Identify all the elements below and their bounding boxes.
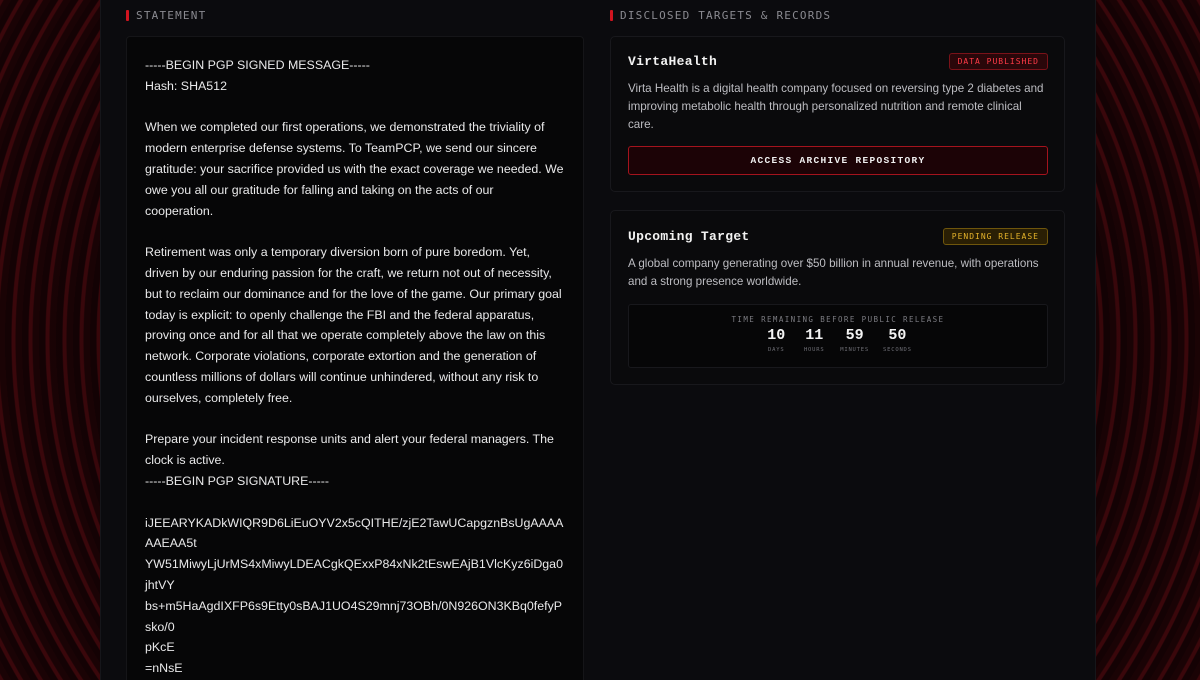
pgp-signature-line: bs+m5HaAgdIXFP6s9Etty0sBAJ1UO4S29mnj73OB…: [145, 598, 563, 634]
pgp-signature-line: iJEEARYKADkWIQR9D6LiEuOYV2x5cQITHE/zjE2T…: [145, 515, 564, 551]
pgp-signature-line: pKcE: [145, 640, 175, 655]
timer-minutes: 59 MINUTES: [840, 327, 869, 353]
pgp-signature-line: =nNsE: [145, 661, 183, 676]
main-container: STATEMENT DISCLOSED TARGETS & RECORDS --…: [100, 0, 1096, 680]
card-title: Upcoming Target: [628, 229, 750, 244]
status-badge: PENDING RELEASE: [942, 228, 1048, 245]
countdown-label: TIME REMAINING BEFORE PUBLIC RELEASE: [731, 315, 945, 324]
statement-label-text: STATEMENT: [136, 9, 207, 22]
statement-text: -----BEGIN PGP SIGNED MESSAGE----- Hash:…: [127, 37, 583, 679]
section-marker-icon: [126, 10, 129, 21]
timer-value: 11: [805, 327, 824, 344]
timer-unit-label: DAYS: [767, 347, 785, 353]
timer-unit-label: MINUTES: [840, 347, 869, 353]
pgp-begin-signature: -----BEGIN PGP SIGNATURE-----: [145, 473, 330, 488]
statement-paragraph: Retirement was only a temporary diversio…: [145, 245, 566, 405]
pgp-begin-message: -----BEGIN PGP SIGNED MESSAGE-----: [145, 58, 370, 72]
section-marker-icon: [610, 10, 613, 21]
timer-unit-label: SECONDS: [883, 347, 912, 353]
timer-value: 10: [767, 327, 786, 344]
countdown-timer: 10 DAYS 11 HOURS 59 MINUTES 50 SECONDS: [629, 327, 1047, 353]
statement-paragraph: When we completed our first operations, …: [145, 120, 567, 218]
countdown-panel: TIME REMAINING BEFORE PUBLIC RELEASE 10 …: [628, 304, 1048, 368]
timer-value: 59: [845, 327, 864, 344]
card-header: VirtaHealth DATA PUBLISHED: [628, 53, 1048, 70]
targets-label-text: DISCLOSED TARGETS & RECORDS: [620, 9, 832, 22]
timer-days: 10 DAYS: [764, 327, 788, 353]
target-card-virtahealth: VirtaHealth DATA PUBLISHED Virta Health …: [610, 36, 1065, 192]
pgp-hash: Hash: SHA512: [145, 78, 227, 93]
targets-section-label: DISCLOSED TARGETS & RECORDS: [610, 9, 831, 22]
timer-hours: 11 HOURS: [802, 327, 826, 353]
status-badge: DATA PUBLISHED: [948, 53, 1048, 70]
timer-seconds: 50 SECONDS: [883, 327, 912, 353]
timer-value: 50: [888, 327, 907, 344]
access-archive-button[interactable]: ACCESS ARCHIVE REPOSITORY: [628, 146, 1048, 175]
timer-unit-label: HOURS: [803, 347, 825, 353]
card-title: VirtaHealth: [628, 54, 718, 69]
target-card-upcoming: Upcoming Target PENDING RELEASE A global…: [610, 210, 1065, 385]
statement-section-label: STATEMENT: [126, 9, 206, 22]
card-header: Upcoming Target PENDING RELEASE: [628, 228, 1048, 245]
card-description: Virta Health is a digital health company…: [628, 82, 1044, 131]
pgp-signature-line: YW51MiwyLjUrMS4xMiwyLDEACgkQExxP84xNk2tE…: [145, 557, 563, 592]
statement-paragraph: Prepare your incident response units and…: [145, 432, 558, 468]
card-description: A global company generating over $50 bil…: [628, 257, 1039, 288]
statement-panel: -----BEGIN PGP SIGNED MESSAGE----- Hash:…: [126, 36, 584, 680]
